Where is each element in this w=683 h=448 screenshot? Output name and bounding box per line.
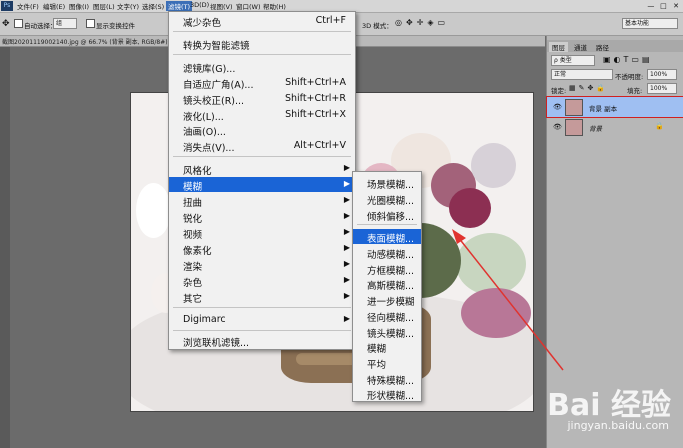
document-title: 截图20201119002140.jpg @ 66.7% (背景 副本, RGB… [2, 39, 168, 46]
chevron-right-icon: ▶ [343, 195, 350, 204]
layer-background-copy[interactable]: 👁 背景 副本 [546, 96, 683, 118]
layer-name: 背景 副本 [589, 105, 618, 113]
menu-item-lens-correction[interactable]: 镜头校正(R)... Shift+Ctrl+R [169, 91, 355, 107]
chevron-right-icon: ▶ [343, 163, 350, 172]
show-transform-label: 显示变换控件 [96, 22, 135, 30]
eye-icon[interactable]: 👁 [553, 103, 562, 111]
lock-label: 锁定: [551, 87, 567, 95]
auto-select-label: 自动选择： [24, 22, 57, 30]
submenu-item-gaussian-blur[interactable]: 高斯模糊... [353, 276, 421, 292]
menu-image[interactable]: 图像(I) [69, 1, 89, 11]
menu-item-liquify[interactable]: 液化(L)... Shift+Ctrl+X [169, 107, 355, 123]
filter-icons[interactable]: ▣◐T▭▤ [603, 55, 653, 64]
menu-item-pixelate[interactable]: 像素化 ▶ [169, 241, 355, 257]
menu-item-sharpen[interactable]: 锐化 ▶ [169, 209, 355, 225]
submenu-item-lens-blur[interactable]: 镜头模糊... [353, 324, 421, 340]
menu-item-vanishing-point[interactable]: 消失点(V)... Alt+Ctrl+V [169, 138, 355, 154]
baidu-watermark: Bai 经验 [547, 388, 671, 423]
auto-select-dropdown[interactable]: 组 [53, 18, 77, 29]
menu-item-stylize[interactable]: 风格化 ▶ [169, 161, 355, 177]
window-controls: — □ ✕ [646, 1, 681, 10]
menu-item-noise[interactable]: 杂色 ▶ [169, 273, 355, 289]
submenu-item-radial-blur[interactable]: 径向模糊... [353, 308, 421, 324]
move-tool-icon[interactable]: ✥ [2, 19, 10, 29]
menu-type[interactable]: 文字(Y) [117, 1, 139, 11]
submenu-item-blur-more[interactable]: 进一步模糊 [353, 292, 421, 308]
submenu-item-field-blur[interactable]: 场景模糊... [353, 175, 421, 191]
menu-item-other[interactable]: 其它 ▶ [169, 289, 355, 305]
show-transform-checkbox[interactable] [86, 19, 95, 28]
tab-channels[interactable]: 通道 [571, 42, 590, 52]
maximize-icon[interactable]: □ [658, 2, 668, 10]
menu-item-distort[interactable]: 扭曲 ▶ [169, 193, 355, 209]
tab-paths[interactable]: 路径 [593, 42, 612, 52]
submenu-item-shape-blur[interactable]: 形状模糊... [353, 386, 421, 402]
blend-mode-dropdown[interactable]: 正常 [551, 69, 613, 80]
layer-kind-filter[interactable]: ρ 类型 [551, 55, 595, 66]
layer-name: 背景 [589, 125, 602, 133]
chevron-right-icon: ▶ [343, 259, 350, 268]
tools-panel [0, 47, 10, 448]
submenu-item-motion-blur[interactable]: 动感模糊... [353, 245, 421, 261]
lock-icons[interactable]: ▦✎✥🔒 [569, 84, 608, 92]
menu-filter[interactable]: 滤镜(T) [166, 1, 193, 11]
filter-menu: 减少杂色 Ctrl+F 转换为智能滤镜 滤镜库(G)... 自适应广角(A)...… [168, 11, 356, 350]
chevron-right-icon: ▶ [343, 227, 350, 236]
menu-item-adaptive-wide-angle[interactable]: 自适应广角(A)... Shift+Ctrl+A [169, 75, 355, 91]
workspace-dropdown[interactable]: 基本功能 [622, 18, 678, 29]
chevron-right-icon: ▶ [343, 243, 350, 252]
menu-layer[interactable]: 图层(L) [93, 1, 115, 11]
opacity-label: 不透明度: [615, 73, 644, 81]
menu-item-convert-smart-filter[interactable]: 转换为智能滤镜 [169, 36, 355, 52]
menu-file[interactable]: 文件(F) [17, 1, 39, 11]
tab-layers[interactable]: 图层 [549, 42, 568, 52]
3d-mode-icons[interactable]: ◎✥✛◈▭ [395, 18, 449, 27]
close-icon[interactable]: ✕ [671, 2, 681, 10]
menu-3d[interactable]: 3D(D) [190, 1, 209, 9]
menu-item-oil-paint[interactable]: 油画(O)... [169, 122, 355, 138]
fill-input[interactable]: 100% [647, 83, 677, 94]
menu-view[interactable]: 视图(V) [210, 1, 233, 11]
minimize-icon[interactable]: — [646, 2, 656, 10]
photoshop-logo-icon: Ps [1, 1, 13, 11]
menu-item-digimarc[interactable]: Digimarc ▶ [169, 312, 355, 327]
submenu-item-average[interactable]: 平均 [353, 355, 421, 371]
layer-thumbnail [565, 119, 583, 136]
chevron-right-icon: ▶ [343, 211, 350, 220]
mode-3d-label: 3D 模式： [362, 22, 393, 30]
eye-icon[interactable]: 👁 [553, 123, 562, 131]
submenu-item-surface-blur[interactable]: 表面模糊... [353, 229, 421, 245]
blur-submenu: 场景模糊... 光圈模糊... 倾斜偏移... 表面模糊... 动感模糊... … [352, 171, 422, 402]
menu-help[interactable]: 帮助(H) [263, 1, 286, 11]
chevron-right-icon: ▶ [343, 275, 350, 284]
chevron-right-icon: ▶ [343, 291, 350, 300]
submenu-item-iris-blur[interactable]: 光圈模糊... [353, 191, 421, 207]
watermark-url: jingyan.baidu.com [567, 419, 669, 432]
layer-thumbnail [565, 99, 583, 116]
chevron-right-icon: ▶ [343, 314, 350, 323]
menu-select[interactable]: 选择(S) [142, 1, 164, 11]
chevron-right-icon: ▶ [343, 179, 350, 188]
submenu-item-blur[interactable]: 模糊 [353, 339, 421, 355]
menu-edit[interactable]: 编辑(E) [43, 1, 65, 11]
opacity-input[interactable]: 100% [647, 69, 677, 80]
menu-item-render[interactable]: 渲染 ▶ [169, 257, 355, 273]
layer-background[interactable]: 👁 背景 🔒 [547, 117, 683, 137]
lock-icon: 🔒 [655, 122, 664, 130]
menu-item-video[interactable]: 视频 ▶ [169, 225, 355, 241]
menu-window[interactable]: 窗口(W) [236, 1, 261, 11]
submenu-item-smart-blur[interactable]: 特殊模糊... [353, 371, 421, 387]
auto-select-checkbox[interactable] [14, 19, 23, 28]
submenu-item-tilt-shift[interactable]: 倾斜偏移... [353, 207, 421, 223]
menu-item-browse-online-filters[interactable]: 浏览联机滤镜... [169, 333, 355, 349]
menu-item-filter-gallery[interactable]: 滤镜库(G)... [169, 59, 355, 75]
menu-item-reduce-noise[interactable]: 减少杂色 Ctrl+F [169, 13, 355, 29]
submenu-item-box-blur[interactable]: 方框模糊... [353, 261, 421, 277]
fill-label: 填充: [627, 87, 643, 95]
panel-tabs: 图层 通道 路径 [547, 40, 683, 52]
menu-item-blur[interactable]: 模糊 ▶ [169, 177, 355, 193]
